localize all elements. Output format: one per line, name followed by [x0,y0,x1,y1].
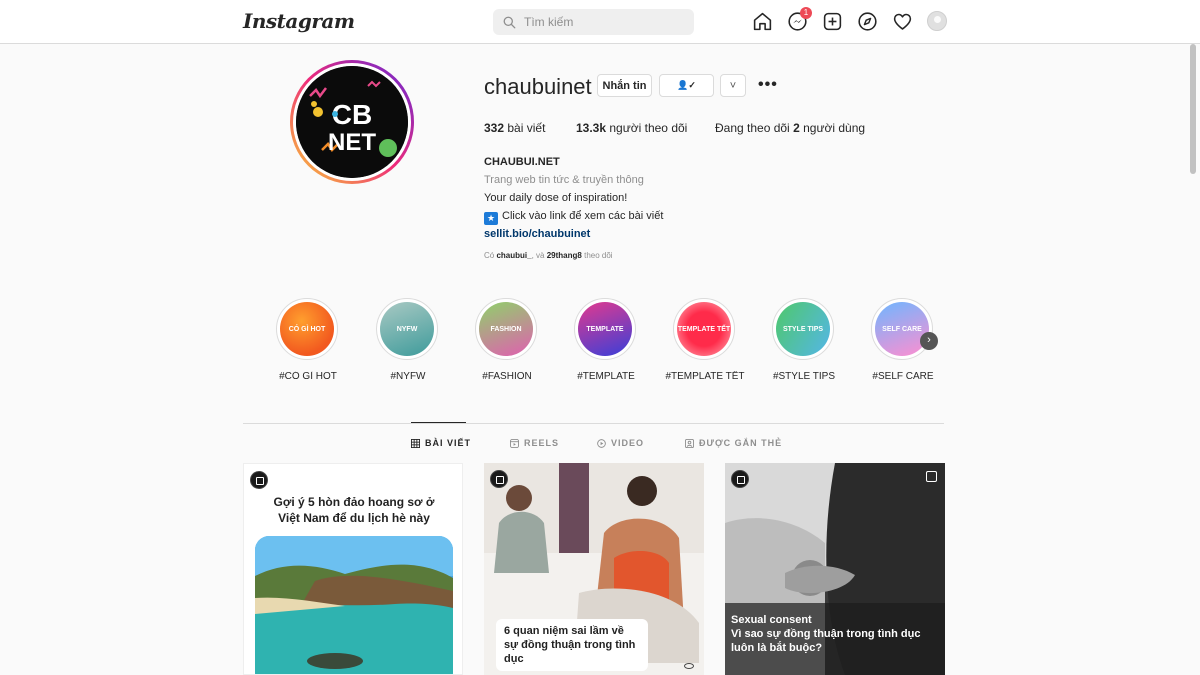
message-button[interactable]: Nhắn tin [597,74,652,97]
highlight-label: #CÓ GÌ HOT [279,371,337,382]
bio-line-2-text: Click vào link để xem các bài viết [502,210,664,222]
highlight-label: #TEMPLATE [577,371,635,382]
highlight-label: #STYLE TIPS [772,371,836,382]
posts-label: bài viết [507,121,546,135]
post-caption-line-1: Sexual consent [731,614,812,626]
new-post-icon[interactable] [822,11,843,32]
followers-count: 13.3k [576,121,607,135]
profile-avatar-image: CB NET [296,66,408,178]
highlight-cover: TEMPLATE TẾT [677,302,731,356]
highlight-cover: STYLE TIPS [776,302,830,356]
tab-reels-label: REELS [524,438,560,448]
tab-tagged[interactable]: ĐƯỢC GẮN THẺ [685,438,782,448]
followers-stat[interactable]: 13.3k người theo dõi [576,121,687,135]
highlight-item[interactable]: TEMPLATE TẾT #TEMPLATE TẾT [665,298,745,382]
highlight-item[interactable]: STYLE TIPS #STYLE TIPS [772,298,836,382]
eye-icon [684,663,694,669]
posts-stat: 332 bài viết [484,121,545,135]
explore-icon[interactable] [857,11,878,32]
followers-label: người theo dõi [609,121,688,135]
grid-icon [411,438,420,448]
following-count: 2 [793,121,800,135]
followed-by-suffix: theo dõi [584,251,613,260]
highlight-item[interactable]: FASHION #FASHION [475,298,539,382]
bio-link[interactable]: sellit.bio/chaubuinet [484,225,663,243]
active-tab-indicator [411,422,466,423]
post-type-icon [731,470,749,488]
search-input[interactable] [524,15,684,29]
search-box[interactable] [493,9,694,35]
star-icon: ★ [484,212,498,225]
carousel-icon [926,471,937,482]
highlight-item[interactable]: SELF CARE #SELF CARE [871,298,935,382]
instagram-logo[interactable]: Instagram [243,9,355,33]
page-scrollbar[interactable] [1190,44,1196,174]
post-thumbnail[interactable]: 6 quan niệm sai lầm về sự đồng thuận tro… [484,463,704,675]
profile-avatar[interactable] [927,11,948,32]
post-type-icon [250,471,268,489]
following-prefix: Đang theo dõi [715,121,790,135]
profile-bio: CHAUBUI.NET Trang web tin tức & truyền t… [484,153,663,243]
tabs-divider [243,423,944,424]
tab-posts[interactable]: BÀI VIẾT [411,438,471,448]
tab-tagged-label: ĐƯỢC GẮN THẺ [699,438,783,448]
user-check-icon: 👤✓ [677,80,696,90]
top-nav-bar: Instagram 1 [0,0,1200,44]
suggestions-dropdown-button[interactable]: ˅ [720,74,746,97]
post-title: Gợi ý 5 hòn đảo hoang sơ ở Việt Nam để d… [273,495,435,525]
bio-line-1: Your daily dose of inspiration! [484,192,628,204]
tab-video-label: VIDEO [611,438,645,448]
play-circle-icon [597,438,606,448]
post-caption: 6 quan niệm sai lầm về sự đồng thuận tro… [496,619,648,671]
posts-count: 332 [484,121,505,135]
tab-posts-label: BÀI VIẾT [425,438,472,448]
post-caption-line-2: Vì sao sự đồng thuận trong tình dục luôn… [731,628,921,654]
highlight-label: #SELF CARE [872,371,934,382]
profile-username: chaubuinet [484,74,592,99]
following-suffix: người dùng [803,121,866,135]
post-type-icon [490,470,508,488]
profile-avatar-ring[interactable]: CB NET [290,60,414,184]
highlights-next-icon[interactable]: › [920,332,938,350]
highlight-label: #FASHION [482,371,532,382]
notification-badge: 1 [800,7,812,19]
highlight-cover: SELF CARE [875,302,929,356]
messenger-icon[interactable]: 1 [787,7,812,32]
activity-heart-icon[interactable] [892,11,913,32]
highlight-cover: FASHION [479,302,533,356]
following-stat[interactable]: Đang theo dõi 2 người dùng [715,121,865,135]
tab-reels[interactable]: REELS [510,438,559,448]
display-name: CHAUBUI.NET [484,156,560,168]
highlight-label: #NYFW [390,371,426,382]
post-thumbnail[interactable]: Sexual consent Vì sao sự đồng thuận tron… [725,463,945,675]
followed-by-user-1: chaubui_ [496,251,532,260]
profile-category: Trang web tin tức & truyền thông [484,174,644,186]
chevron-down-icon: ˅ [729,79,737,92]
highlight-cover: TEMPLATE [578,302,632,356]
search-icon [503,16,516,28]
tab-video[interactable]: VIDEO [597,438,644,448]
post-beach-image [255,536,453,674]
highlight-item[interactable]: NYFW #NYFW [376,298,440,382]
followed-by-and: và [536,251,545,260]
reels-icon [510,438,519,448]
bio-line-2: ★ Click vào link để xem các bài viết [484,207,663,225]
post-thumbnail[interactable]: Gợi ý 5 hòn đảo hoang sơ ở Việt Nam để d… [243,463,463,675]
highlight-item[interactable]: TEMPLATE #TEMPLATE [574,298,638,382]
highlight-cover: CÓ GÌ HOT [280,302,334,356]
following-button[interactable]: 👤✓ [659,74,714,97]
home-icon[interactable] [752,11,773,32]
tagged-icon [685,438,694,448]
followed-by-user-2: 29thang8 [546,251,582,260]
highlight-cover: NYFW [380,302,434,356]
avatar-text-net: NET [328,129,376,156]
post-caption: Sexual consent Vì sao sự đồng thuận tron… [731,613,936,655]
more-options-icon[interactable]: ••• [758,76,778,94]
highlight-label: #TEMPLATE TẾT [665,371,745,382]
followed-by-prefix: Có [484,251,495,260]
highlight-item[interactable]: CÓ GÌ HOT #CÓ GÌ HOT [276,298,340,382]
followed-by-text[interactable]: Có chaubui_, và 29thang8 theo dõi [484,251,613,260]
